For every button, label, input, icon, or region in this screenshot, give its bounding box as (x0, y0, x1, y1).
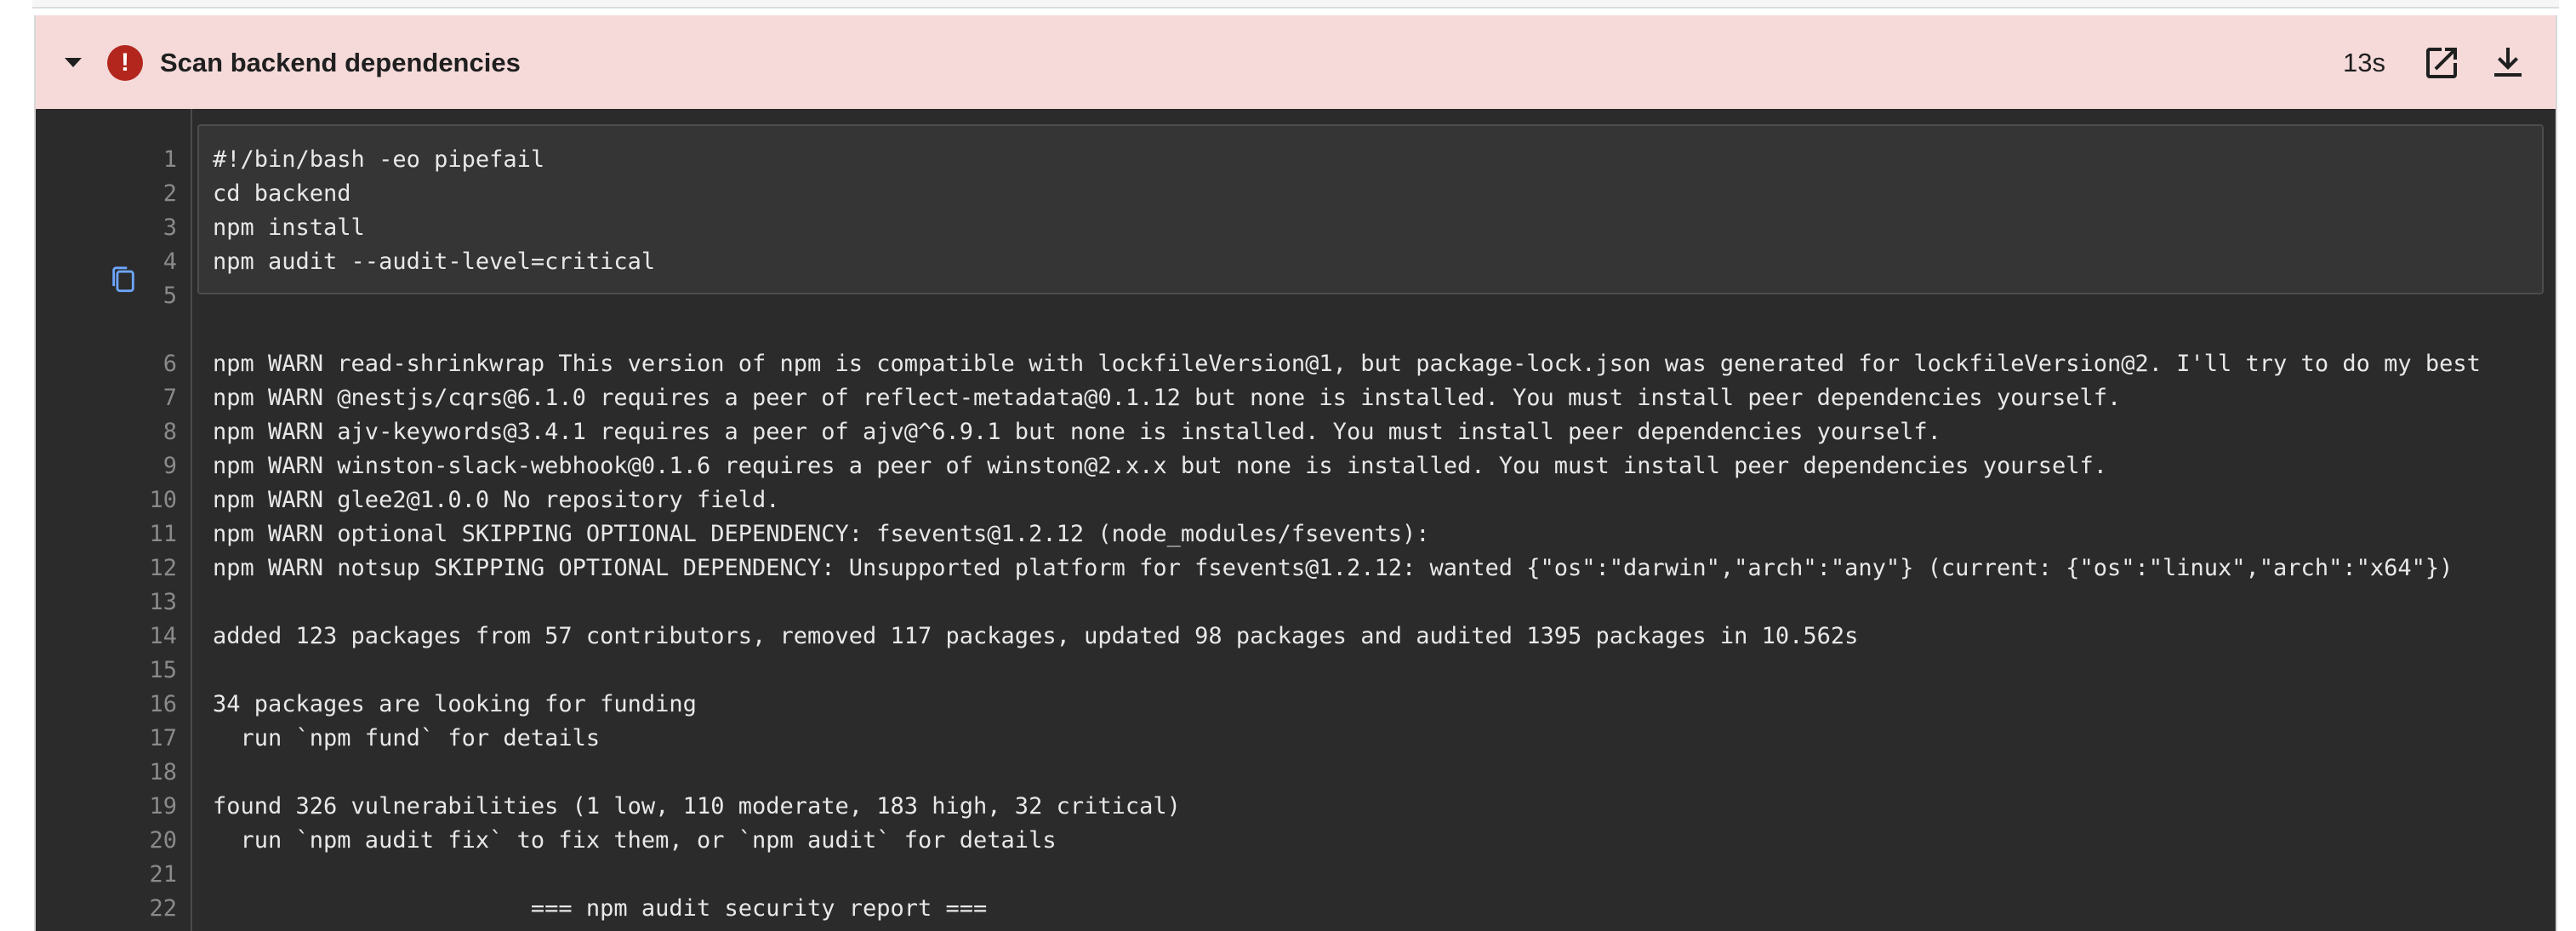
line-text: npm WARN optional SKIPPING OPTIONAL DEPE… (213, 521, 1430, 547)
log-line: 13 (36, 585, 2556, 620)
line-number: 14 (149, 623, 177, 649)
line-number: 12 (149, 555, 177, 581)
log-line: 19 found 326 vulnerabilities (1 low, 110 … (36, 790, 2556, 824)
log-line: 11 npm WARN optional SKIPPING OPTIONAL DE… (36, 517, 2556, 551)
line-number: 7 (162, 385, 177, 411)
log-line: 7 npm WARN @nestjs/cqrs@6.1.0 requires a … (36, 381, 2556, 415)
line-number: 22 (149, 895, 177, 922)
line-number: 1 (162, 146, 177, 173)
log-line: 23 (36, 926, 2556, 931)
log-line: 22 === npm audit security report === (36, 892, 2556, 926)
log-output[interactable]: 1 #!/bin/bash -eo pipefail 2 cd backend 3 npm… (36, 109, 2556, 931)
line-number: 6 (162, 351, 177, 377)
line-number: 5 (162, 283, 177, 309)
log-line: 15 (36, 654, 2556, 688)
line-text: added 123 packages from 57 contributors,… (213, 623, 1859, 649)
line-text: npm WARN notsup SKIPPING OPTIONAL DEPEND… (213, 555, 2453, 581)
line-number: 23 (36, 926, 177, 931)
log-line: 5 (36, 279, 2556, 313)
log-line: 4 npm audit --audit-level=critical (36, 245, 2556, 279)
line-text: npm WARN read-shrinkwrap This version of… (213, 351, 2481, 377)
line-text: npm WARN @nestjs/cqrs@6.1.0 requires a p… (213, 385, 2122, 411)
log-line: 6 npm WARN read-shrinkwrap This version o… (36, 347, 2556, 381)
line-number: 17 (149, 725, 177, 751)
line-number: 18 (149, 759, 177, 785)
log-line: 16 34 packages are looking for funding (36, 688, 2556, 722)
line-text: === npm audit security report === (213, 895, 988, 922)
chevron-down-icon[interactable] (65, 58, 82, 67)
log-line: 14 added 123 packages from 57 contributor… (36, 620, 2556, 654)
log-line: 9 npm WARN winston-slack-webhook@0.1.6 re… (36, 449, 2556, 483)
step-panel: ! Scan backend dependencies 13s 1 #!/bin/… (34, 15, 2557, 931)
line-text: npm WARN glee2@1.0.0 No repository field… (213, 487, 780, 513)
error-icon: ! (107, 45, 143, 81)
line-number: 11 (149, 521, 177, 547)
line-text: #!/bin/bash -eo pipefail (213, 146, 545, 173)
download-icon[interactable] (2488, 43, 2528, 83)
line-number: 15 (149, 657, 177, 683)
log-line: 12 npm WARN notsup SKIPPING OPTIONAL DEPE… (36, 551, 2556, 585)
line-number: 21 (149, 861, 177, 888)
line-number: 4 (162, 248, 177, 275)
log-line: 3 npm install (36, 211, 2556, 245)
line-text: 34 packages are looking for funding (213, 691, 697, 717)
line-number: 13 (149, 589, 177, 615)
log-line: 1 #!/bin/bash -eo pipefail (36, 143, 2556, 177)
line-text: run `npm fund` for details (213, 725, 601, 751)
log-line: 2 cd backend (36, 177, 2556, 211)
line-text: run `npm audit fix` to fix them, or `npm… (213, 827, 1057, 854)
line-number: 19 (149, 793, 177, 820)
line-number: 20 (149, 827, 177, 854)
step-title: Scan backend dependencies (160, 48, 521, 77)
line-number: 2 (162, 180, 177, 207)
line-text: npm WARN ajv-keywords@3.4.1 requires a p… (213, 419, 1941, 445)
log-line: 18 (36, 756, 2556, 790)
line-number: 16 (149, 691, 177, 717)
line-number: 8 (162, 419, 177, 445)
log-line: 20 run `npm audit fix` to fix them, or `… (36, 824, 2556, 858)
line-text: found 326 vulnerabilities (1 low, 110 mo… (213, 793, 1181, 820)
line-text: npm audit --audit-level=critical (213, 248, 656, 275)
line-text: npm WARN winston-slack-webhook@0.1.6 req… (213, 453, 2107, 479)
log-line: 17 run `npm fund` for details (36, 722, 2556, 756)
step-duration: 13s (2343, 48, 2385, 77)
line-number: 9 (162, 453, 177, 479)
line-number: 3 (162, 214, 177, 241)
step-header[interactable]: ! Scan backend dependencies 13s (36, 15, 2556, 109)
previous-step-edge (32, 0, 2559, 9)
line-number: 10 (149, 487, 177, 513)
line-text: npm install (213, 214, 365, 241)
line-text: cd backend (213, 180, 351, 207)
open-in-new-icon[interactable] (2421, 43, 2462, 83)
log-line: 8 npm WARN ajv-keywords@3.4.1 requires a … (36, 415, 2556, 449)
log-line: 10 npm WARN glee2@1.0.0 No repository fie… (36, 483, 2556, 517)
log-line: 21 (36, 858, 2556, 892)
